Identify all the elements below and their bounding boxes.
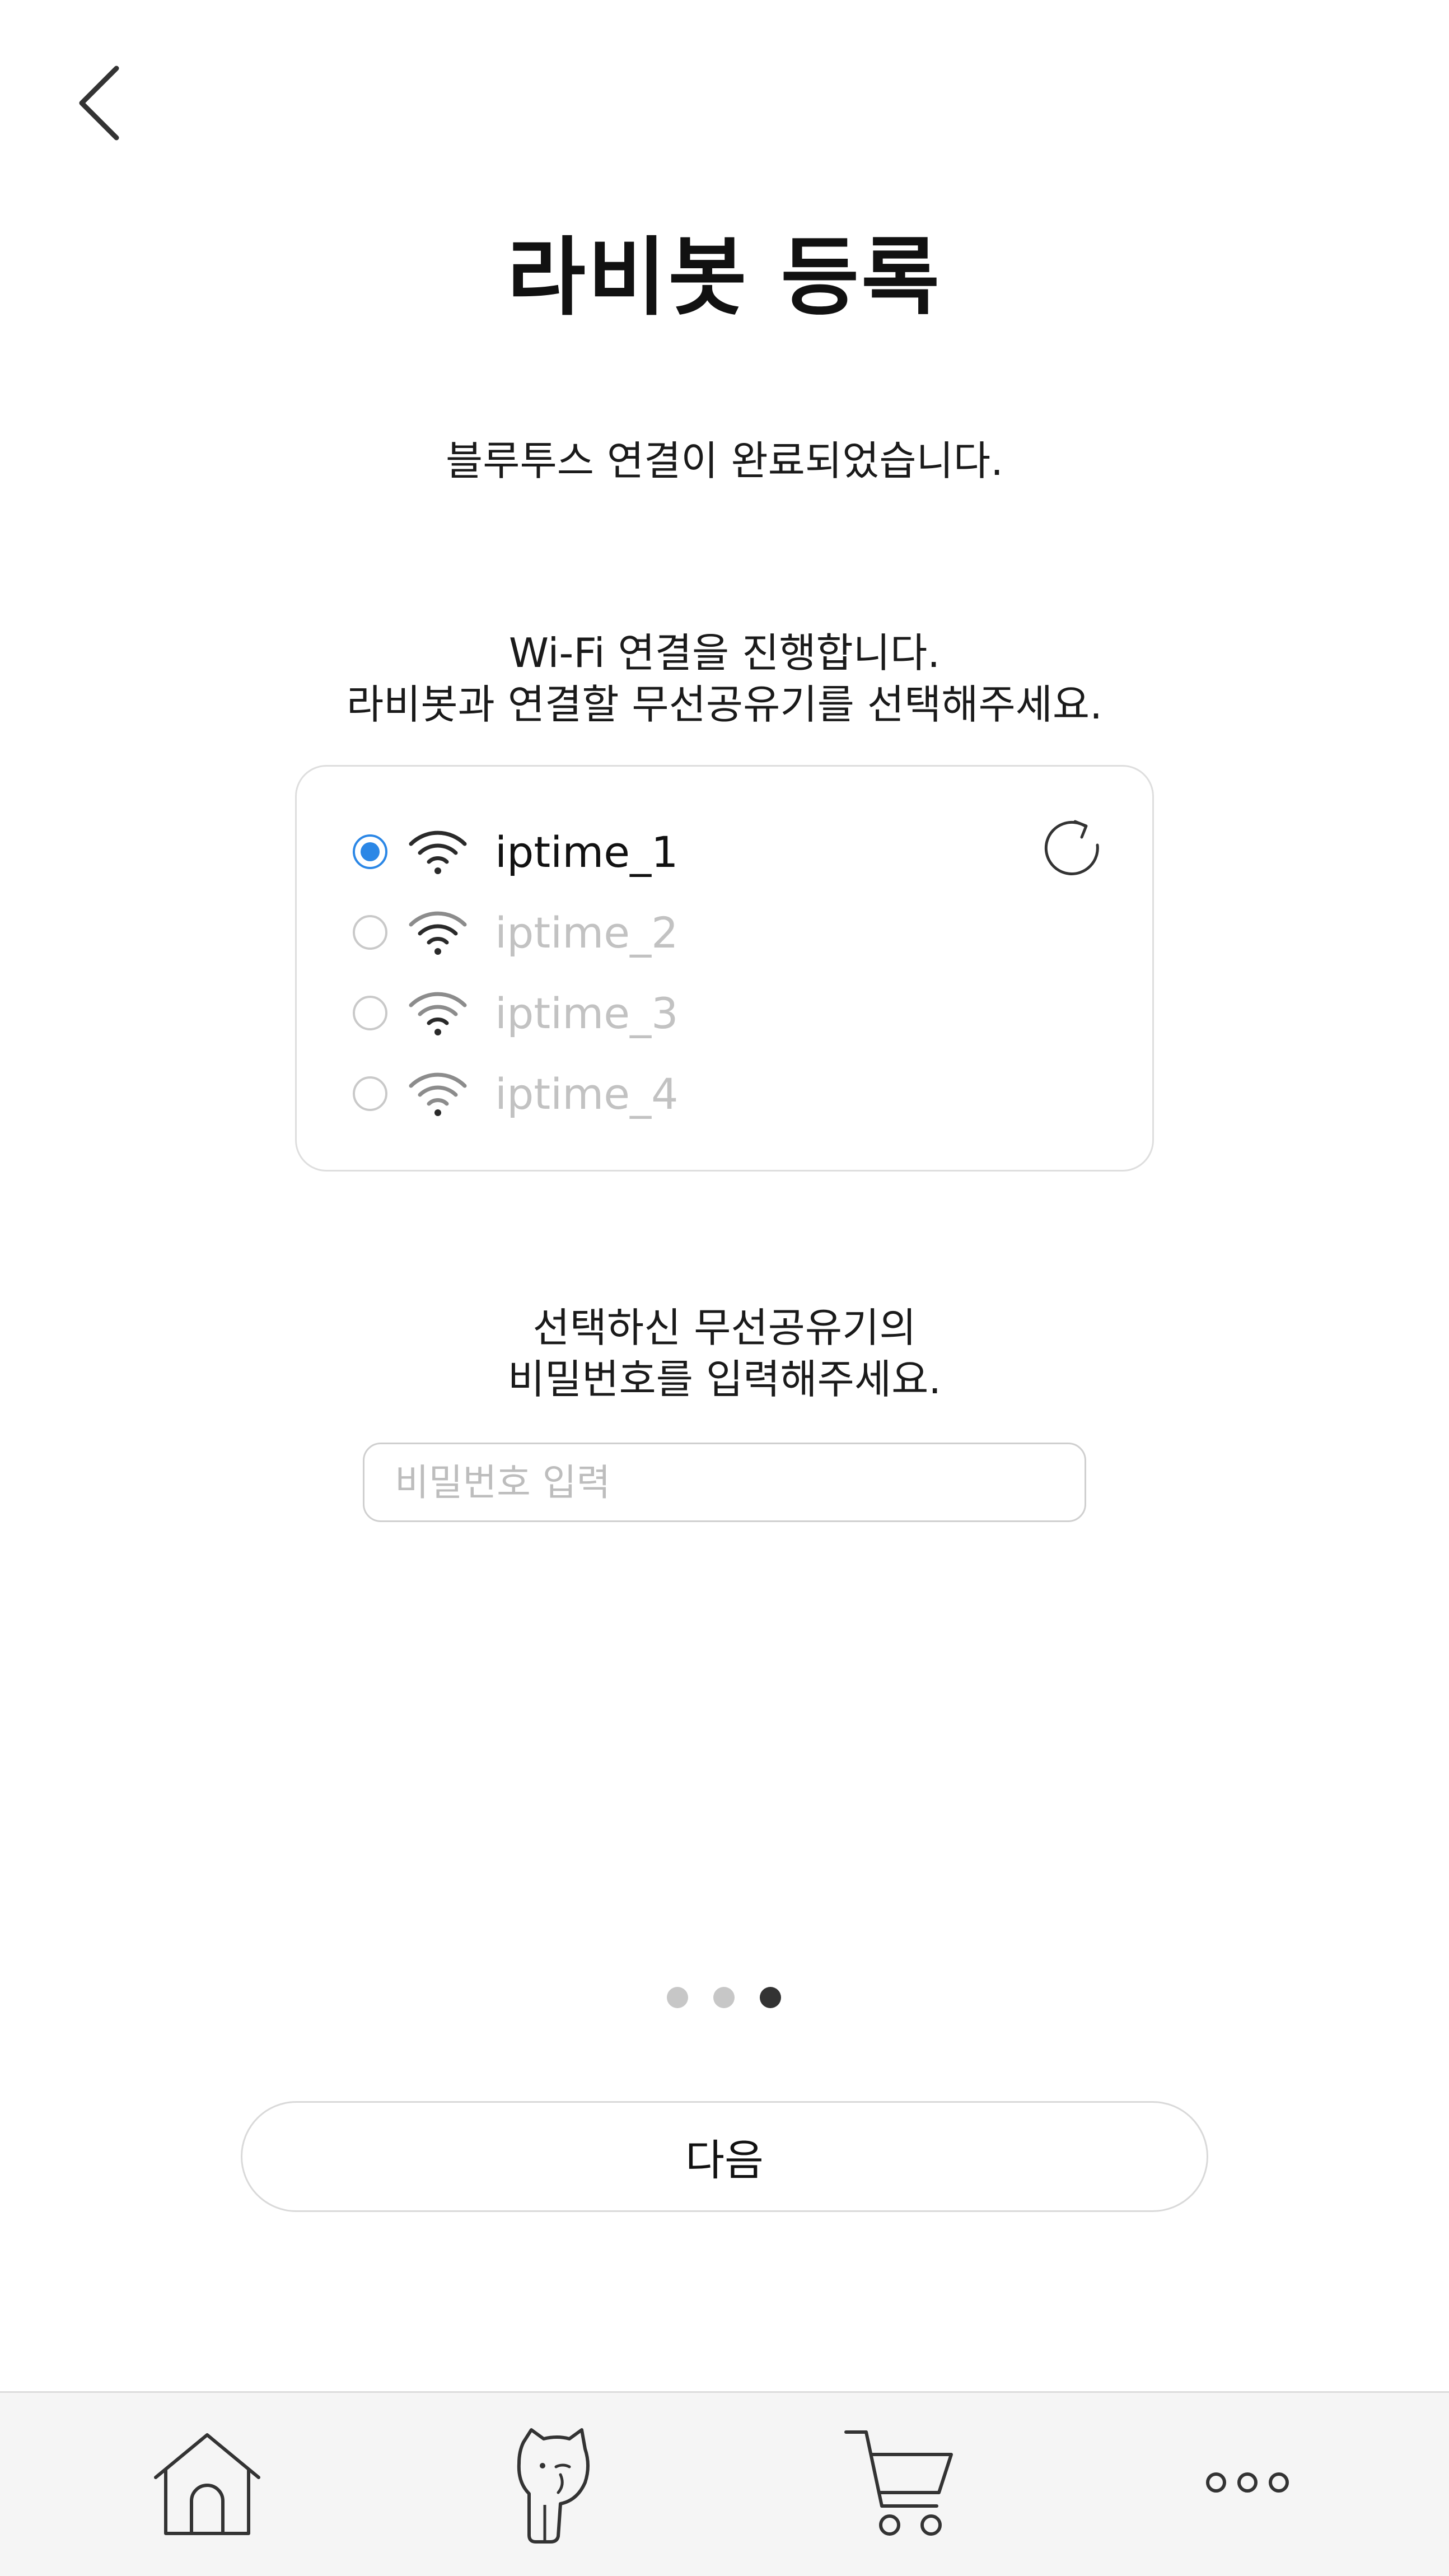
- network-ssid: iptime_4: [495, 1068, 679, 1119]
- password-input[interactable]: [363, 1443, 1086, 1522]
- radio-button[interactable]: [353, 834, 387, 869]
- wifi-instructions: Wi-Fi 연결을 진행합니다. 라비봇과 연결할 무선공유기를 선택해주세요.: [0, 627, 1449, 730]
- network-item-iptime-2[interactable]: iptime_2: [353, 899, 969, 966]
- network-ssid: iptime_3: [495, 988, 679, 1038]
- radio-button[interactable]: [353, 915, 387, 950]
- password-instructions: 선택하신 무선공유기의 비밀번호를 입력해주세요.: [0, 1302, 1449, 1405]
- next-button[interactable]: 다음: [241, 2101, 1208, 2212]
- radio-button[interactable]: [353, 996, 387, 1030]
- nav-home[interactable]: [151, 2429, 263, 2541]
- home-icon: [154, 2433, 260, 2535]
- radio-button[interactable]: [353, 1076, 387, 1111]
- page-title: 라비봇 등록: [507, 228, 942, 327]
- wifi-instruction-line: Wi-Fi 연결을 진행합니다.: [508, 629, 941, 676]
- network-list: iptime_1 iptime_2 iptime_3 iptime_4: [295, 765, 1154, 1172]
- wifi-icon: [409, 911, 467, 955]
- network-ssid: iptime_1: [495, 827, 679, 877]
- network-ssid: iptime_2: [495, 907, 679, 958]
- wifi-icon: [409, 992, 467, 1035]
- wifi-instruction-line: 라비봇과 연결할 무선공유기를 선택해주세요.: [346, 681, 1103, 728]
- more-icon: [1206, 2472, 1289, 2493]
- refresh-icon: [1044, 820, 1099, 875]
- page-indicator-dot-3: [760, 1987, 781, 2008]
- refresh-button[interactable]: [1041, 816, 1103, 878]
- password-instruction-line: 선택하신 무선공유기의: [532, 1304, 917, 1351]
- nav-cart[interactable]: [843, 2426, 955, 2544]
- cart-icon: [844, 2430, 953, 2536]
- network-item-iptime-1[interactable]: iptime_1: [353, 818, 969, 885]
- page-indicator-dot-1: [667, 1987, 688, 2008]
- cat-icon: [517, 2428, 590, 2544]
- nav-pet[interactable]: [507, 2426, 596, 2544]
- chevron-left-icon: [79, 66, 119, 141]
- network-item-iptime-3[interactable]: iptime_3: [353, 979, 969, 1047]
- page-indicator-dot-2: [713, 1987, 735, 2008]
- bottom-navigation: [0, 2391, 1449, 2576]
- nav-more[interactable]: [1204, 2466, 1291, 2499]
- wifi-icon: [409, 830, 467, 874]
- network-item-iptime-4[interactable]: iptime_4: [353, 1060, 969, 1127]
- wifi-icon: [409, 1072, 467, 1116]
- bluetooth-status-text: 블루투스 연결이 완료되었습니다.: [445, 437, 1004, 484]
- password-instruction-line: 비밀번호를 입력해주세요.: [507, 1356, 942, 1403]
- back-button[interactable]: [67, 56, 140, 146]
